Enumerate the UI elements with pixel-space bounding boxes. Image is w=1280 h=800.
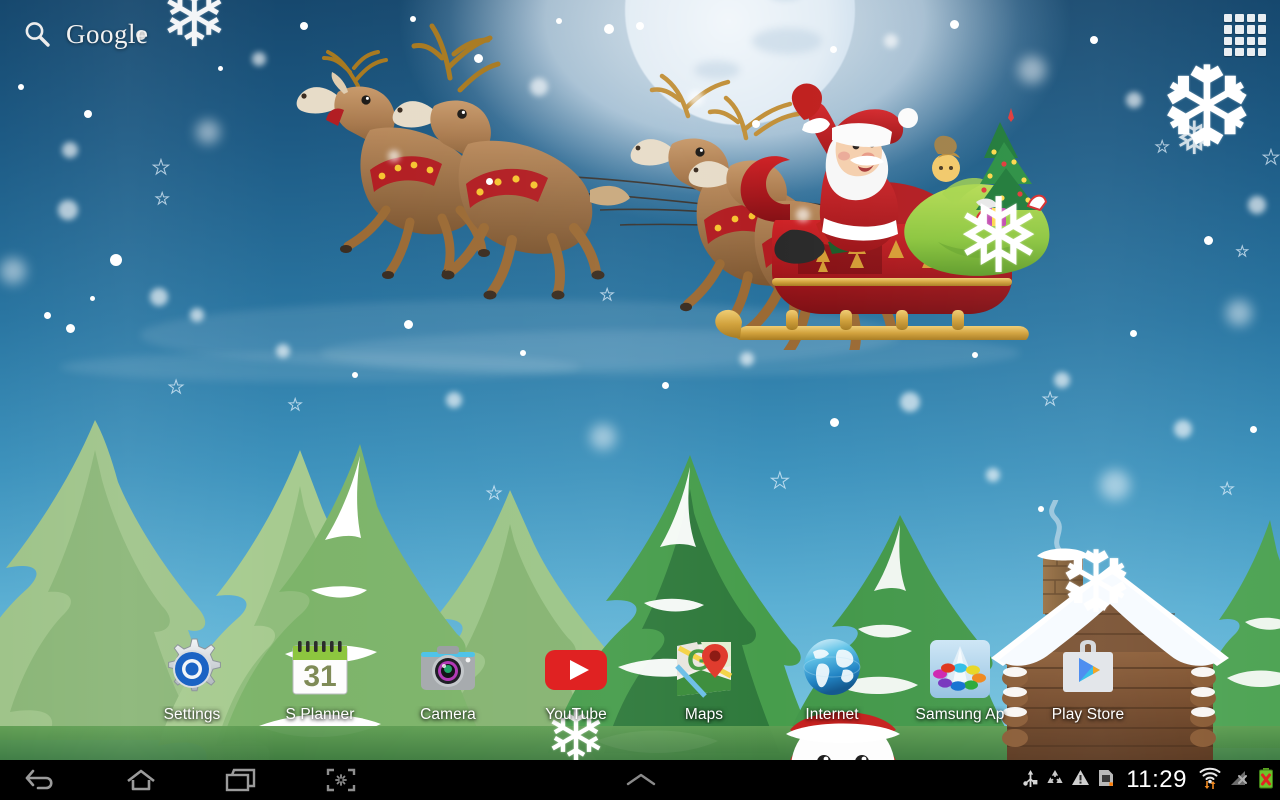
android-home-screen: ❆ ❄ ❅ ❆ ❄ ❅ ★ ★ ★ ★ ★ ★ ★ ★ ★ ★ ★ ★ Goog… xyxy=(0,0,1280,800)
youtube-icon xyxy=(543,636,609,702)
snowflake-decoration: ❅ xyxy=(955,179,1043,295)
star-outline: ★ xyxy=(1262,147,1280,169)
battery-error-icon xyxy=(1258,767,1274,794)
settings-gear-icon xyxy=(159,636,225,702)
app-label: Play Store xyxy=(1051,706,1125,723)
star-outline: ★ xyxy=(167,377,185,397)
camera-icon xyxy=(415,636,481,702)
app-shortcut-maps[interactable]: G Maps xyxy=(639,636,769,724)
app-label: Internet xyxy=(805,706,859,723)
santa-sleigh-scene xyxy=(270,10,1060,350)
star-outline: ★ xyxy=(1236,243,1250,259)
app-label: Camera xyxy=(420,706,476,723)
star-outline: ★ xyxy=(1219,481,1235,498)
calendar-day-number: 31 xyxy=(303,660,336,693)
home-icon[interactable] xyxy=(112,760,170,800)
status-clock: 11:29 xyxy=(1126,766,1187,793)
search-icon xyxy=(22,19,52,49)
google-search-label: Google xyxy=(66,18,149,49)
back-arrow-icon[interactable] xyxy=(12,760,70,800)
star-outline: ★ xyxy=(485,483,503,503)
app-shortcut-youtube[interactable]: YouTube xyxy=(511,636,641,724)
status-tray[interactable]: 11:29 xyxy=(1022,760,1274,800)
app-label: YouTube xyxy=(545,706,607,723)
star-outline: ★ xyxy=(154,191,170,208)
app-shortcut-settings[interactable]: Settings xyxy=(127,636,257,724)
play-store-icon xyxy=(1055,636,1121,702)
app-label: Settings xyxy=(163,706,221,723)
calendar-icon: 31 xyxy=(287,636,353,702)
samsung-apps-icon xyxy=(927,636,993,702)
snowflake-decoration: ❄ xyxy=(160,0,229,64)
app-label: S Planner xyxy=(285,706,355,723)
app-shortcut-samsung-apps[interactable]: Samsung Ap xyxy=(895,636,1025,724)
app-shortcut-s-planner[interactable]: 31 S Planner xyxy=(255,636,385,724)
app-label: Samsung Ap xyxy=(915,706,1005,723)
recents-icon[interactable] xyxy=(212,760,270,800)
star-outline: ★ xyxy=(1154,139,1170,156)
sim-card-icon xyxy=(1097,768,1115,793)
star-outline: ★ xyxy=(599,287,615,304)
snowflake-decoration: ❆ xyxy=(1060,535,1133,631)
apps-grid-icon[interactable] xyxy=(1224,14,1266,56)
recycle-icon xyxy=(1046,769,1064,792)
snowflake-decoration: ❅ xyxy=(1175,112,1214,164)
warning-triangle-icon xyxy=(1071,768,1090,792)
star-outline: ★ xyxy=(152,157,171,179)
usb-icon xyxy=(1022,768,1039,793)
google-search-widget[interactable]: Google xyxy=(10,12,160,56)
app-label: Maps xyxy=(684,706,724,723)
star-outline: ★ xyxy=(770,468,791,493)
globe-icon xyxy=(799,636,865,702)
chevron-up-icon[interactable] xyxy=(612,760,670,800)
app-shortcut-internet[interactable]: Internet xyxy=(767,636,897,724)
screen-capture-icon[interactable] xyxy=(312,760,370,800)
app-shortcut-camera[interactable]: Camera xyxy=(383,636,513,724)
navigation-bar: 11:29 xyxy=(0,760,1280,800)
wifi-transfer-icon xyxy=(1198,767,1222,794)
star-outline: ★ xyxy=(287,397,303,414)
maps-icon: G xyxy=(671,636,737,702)
star-outline: ★ xyxy=(1041,389,1059,409)
app-shortcut-play-store[interactable]: Play Store xyxy=(1023,636,1153,724)
signal-off-icon xyxy=(1229,768,1251,793)
app-shortcut-row: Settings 31 S Planner Camera YouTube G M… xyxy=(0,636,1280,740)
